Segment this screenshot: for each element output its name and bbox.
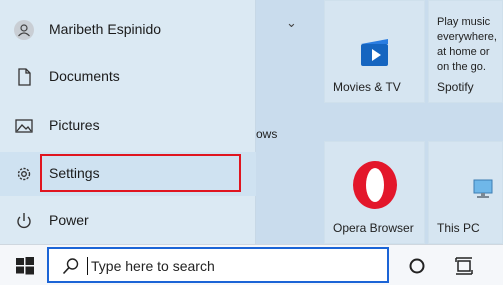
tiles-panel: ⌄ Movies & TV Play music everywhere, at … — [256, 0, 503, 244]
group-title-partial: ows — [256, 127, 278, 141]
tile-label: Spotify — [437, 80, 474, 94]
power-icon — [17, 213, 31, 229]
search-input[interactable]: Type here to search — [47, 247, 389, 283]
spotify-promo-text: Play music everywhere, at home or on the… — [437, 16, 497, 73]
user-account-item[interactable]: Maribeth Espinido — [0, 8, 256, 52]
tile-label: Movies & TV — [333, 80, 401, 94]
cortana-icon[interactable] — [408, 257, 426, 275]
opera-icon — [353, 161, 397, 209]
user-name: Maribeth Espinido — [49, 21, 162, 37]
menu-item-label: Documents — [49, 68, 120, 84]
tile-movies-tv[interactable]: Movies & TV — [324, 0, 425, 103]
windows-start-icon[interactable] — [15, 256, 35, 276]
avatar — [14, 20, 34, 40]
menu-item-pictures[interactable]: Pictures — [0, 104, 256, 148]
start-menu-panel: Maribeth Espinido Documents Pictures Set… — [0, 0, 256, 244]
tile-this-pc[interactable]: This PC — [428, 141, 503, 244]
text-caret — [87, 257, 88, 275]
computer-icon — [473, 179, 493, 198]
menu-item-documents[interactable]: Documents — [0, 55, 256, 99]
task-view-icon[interactable] — [454, 256, 474, 276]
taskbar: Type here to search — [0, 244, 503, 285]
tile-label: This PC — [437, 221, 480, 235]
tile-label: Opera Browser — [333, 221, 414, 235]
menu-item-label: Pictures — [49, 117, 100, 133]
pictures-icon — [15, 119, 33, 133]
chevron-down-icon[interactable]: ⌄ — [286, 15, 297, 31]
search-icon — [62, 258, 79, 275]
gear-icon — [17, 167, 31, 181]
movies-tv-icon — [361, 39, 388, 66]
settings-highlight-outline — [40, 154, 241, 192]
search-placeholder: Type here to search — [91, 258, 215, 274]
menu-item-settings[interactable]: Settings — [0, 152, 256, 196]
tile-opera-browser[interactable]: Opera Browser — [324, 141, 425, 244]
tile-spotify[interactable]: Play music everywhere, at home or on the… — [428, 0, 503, 103]
document-icon — [18, 68, 31, 86]
menu-item-power[interactable]: Power — [0, 199, 256, 243]
menu-item-label: Power — [49, 212, 89, 228]
